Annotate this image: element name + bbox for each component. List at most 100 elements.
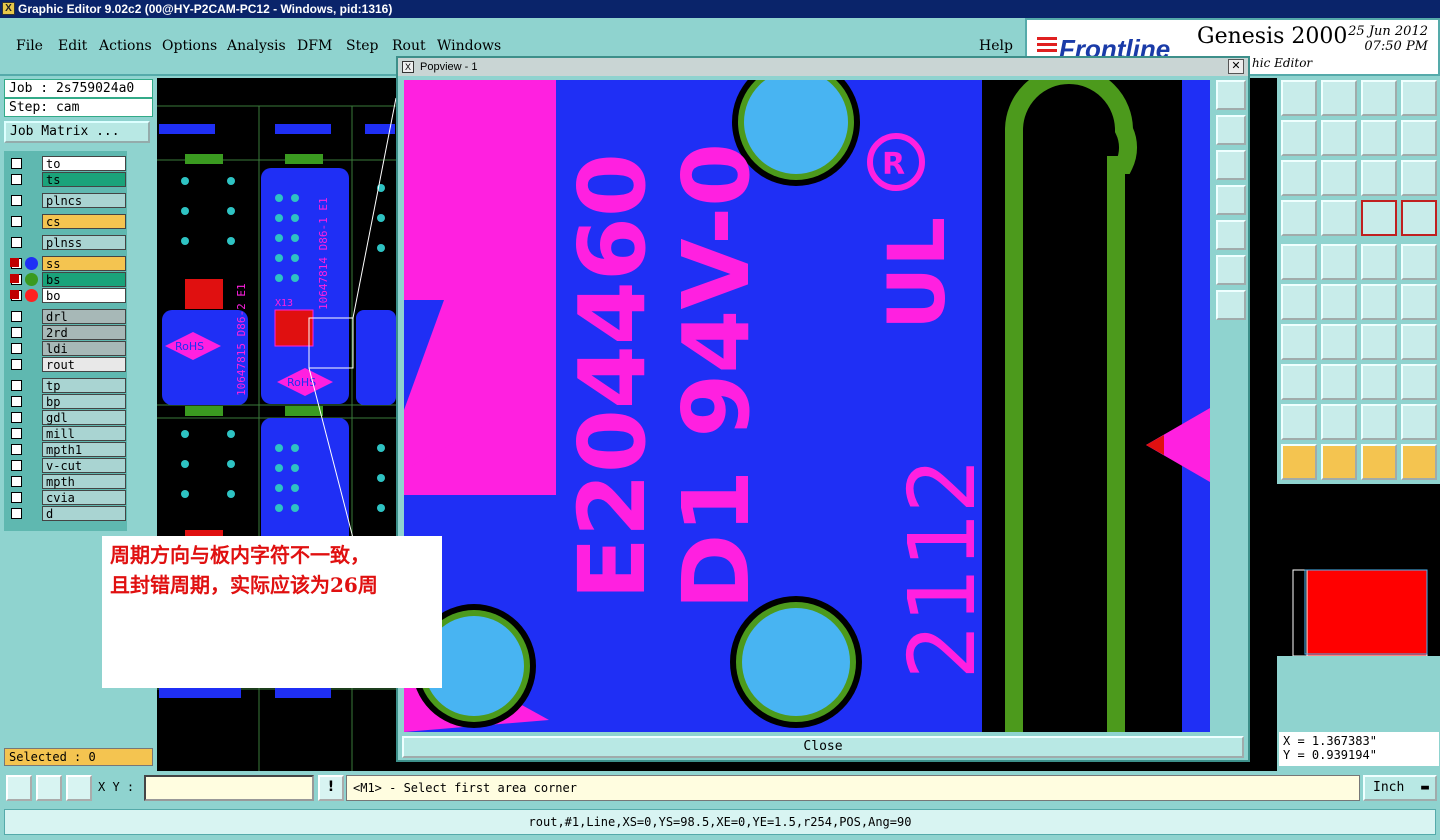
select-pointer-icon[interactable] — [1281, 444, 1317, 480]
layer-row-bs[interactable]: bs — [6, 272, 126, 287]
house-icon[interactable] — [1361, 80, 1397, 116]
select-box-icon[interactable] — [1321, 444, 1357, 480]
layer-checkbox[interactable] — [11, 216, 22, 227]
layer-checkbox[interactable] — [11, 237, 22, 248]
move-right-icon[interactable] — [1216, 220, 1246, 250]
menu-actions[interactable]: Actions — [99, 38, 152, 54]
minimap[interactable] — [1277, 484, 1440, 657]
layer-checkbox[interactable] — [11, 492, 22, 503]
menu-analysis[interactable]: Analysis — [227, 38, 286, 54]
layer-row-d[interactable]: d — [6, 506, 126, 521]
measure-line-icon[interactable] — [1321, 364, 1357, 400]
fit-screen-icon[interactable] — [1281, 160, 1317, 196]
move-down-icon[interactable] — [1216, 150, 1246, 180]
measure-icon[interactable] — [36, 775, 62, 801]
layer-row-cs[interactable]: cs — [6, 214, 126, 229]
close-icon[interactable]: ✕ — [1228, 59, 1244, 74]
close-button[interactable]: Close — [402, 736, 1244, 758]
arc-icon[interactable] — [1361, 324, 1397, 360]
layer-checkbox[interactable] — [11, 174, 22, 185]
arrow-pad-icon[interactable] — [1401, 284, 1437, 320]
layer-checkbox[interactable] — [11, 158, 22, 169]
cross-icon[interactable] — [1321, 284, 1357, 320]
layer-checkbox[interactable] — [11, 428, 22, 439]
box-measure-icon[interactable] — [1361, 364, 1397, 400]
menu-dfm[interactable]: DFM — [297, 38, 332, 54]
layer-row-2rd[interactable]: 2rd — [6, 325, 126, 340]
layer-row-gdl[interactable]: gdl — [6, 410, 126, 425]
layer-checkbox[interactable] — [11, 412, 22, 423]
layer-row-drl[interactable]: drl — [6, 309, 126, 324]
layer-row-mill[interactable]: mill — [6, 426, 126, 441]
layer-checkbox[interactable] — [11, 311, 22, 322]
zoom-out-icon[interactable] — [1216, 290, 1246, 320]
job-matrix-button[interactable]: Job Matrix ... — [4, 121, 150, 143]
layer-checkbox[interactable] — [11, 460, 22, 471]
dotted-pad-icon[interactable] — [1401, 244, 1437, 280]
snap-icon[interactable] — [1281, 364, 1317, 400]
move-up-icon[interactable] — [1216, 115, 1246, 145]
xy-input[interactable] — [144, 775, 314, 801]
triangle-fill-icon[interactable] — [1361, 404, 1397, 440]
scale-1-2-icon[interactable] — [1361, 160, 1397, 196]
menu-file[interactable]: File — [16, 38, 43, 54]
window-icon[interactable] — [1401, 80, 1437, 116]
move-left-icon[interactable] — [1216, 185, 1246, 215]
help-icon[interactable] — [1401, 160, 1437, 196]
menu-options[interactable]: Options — [162, 38, 217, 54]
ruler-icon[interactable] — [1361, 244, 1397, 280]
panel-right-icon[interactable] — [1321, 120, 1357, 156]
zoomed-board-view[interactable]: E204460 D1 94V-0 R UL 2112 — [404, 80, 1210, 732]
layer-row-mpth[interactable]: mpth — [6, 474, 126, 489]
route-icon[interactable] — [1361, 284, 1397, 320]
layer-checkbox[interactable] — [11, 359, 22, 370]
zoom-area-icon[interactable] — [6, 775, 32, 801]
menu-windows[interactable]: Windows — [437, 38, 501, 54]
layer-row-rout[interactable]: rout — [6, 357, 126, 372]
grid-icon[interactable] — [1321, 200, 1357, 236]
triangle-outline-icon[interactable] — [1321, 404, 1357, 440]
layer-checkbox[interactable] — [11, 476, 22, 487]
flag-icon[interactable] — [1401, 324, 1437, 360]
layer-row-plncs[interactable]: plncs — [6, 193, 126, 208]
layer-row-plnss[interactable]: plnss — [6, 235, 126, 250]
layer-checkbox[interactable] — [11, 380, 22, 391]
home-down-icon[interactable] — [1321, 80, 1357, 116]
draw-line-icon[interactable] — [1321, 244, 1357, 280]
layer-row-to[interactable]: to — [6, 156, 126, 171]
panel-left-icon[interactable] — [1281, 120, 1317, 156]
home-up-icon[interactable] — [1281, 80, 1317, 116]
flip-icon[interactable] — [1361, 120, 1397, 156]
feature-toggle-icon[interactable] — [1401, 200, 1437, 236]
grid-icon[interactable] — [66, 775, 92, 801]
center-icon[interactable] — [1321, 160, 1357, 196]
zoom-fit-icon[interactable] — [1216, 80, 1246, 110]
select-arrow-icon[interactable] — [1361, 444, 1397, 480]
angle-icon[interactable] — [1281, 324, 1317, 360]
layer-row-ss[interactable]: ss — [6, 256, 126, 271]
menu-step[interactable]: Step — [346, 38, 378, 54]
layer-checkbox[interactable] — [11, 327, 22, 338]
layer-row-ldi[interactable]: ldi — [6, 341, 126, 356]
net-icon[interactable] — [1281, 284, 1317, 320]
layer-row-tp[interactable]: tp — [6, 378, 126, 393]
cluster-icon[interactable] — [1401, 364, 1437, 400]
layer-row-bo[interactable]: bo — [6, 288, 126, 303]
layer-row-bp[interactable]: bp — [6, 394, 126, 409]
zoom-in-icon[interactable] — [1216, 255, 1246, 285]
layer-checkbox[interactable] — [11, 396, 22, 407]
layer-checkbox[interactable] — [11, 343, 22, 354]
pad-icon[interactable] — [1281, 244, 1317, 280]
settings-icon[interactable] — [1281, 200, 1317, 236]
minimap-view[interactable] — [1277, 484, 1440, 657]
layer-checkbox[interactable] — [11, 508, 22, 519]
layer-row-v-cut[interactable]: v-cut — [6, 458, 126, 473]
diagonal-icon[interactable] — [1321, 324, 1357, 360]
layer-row-cvia[interactable]: cvia — [6, 490, 126, 505]
menu-edit[interactable]: Edit — [58, 38, 87, 54]
select-path-icon[interactable] — [1401, 444, 1437, 480]
popview-canvas[interactable]: E204460 D1 94V-0 R UL 2112 — [404, 80, 1210, 732]
layer-row-mpth1[interactable]: mpth1 — [6, 442, 126, 457]
layer-checkbox[interactable] — [11, 195, 22, 206]
menu-rout[interactable]: Rout — [392, 38, 426, 54]
